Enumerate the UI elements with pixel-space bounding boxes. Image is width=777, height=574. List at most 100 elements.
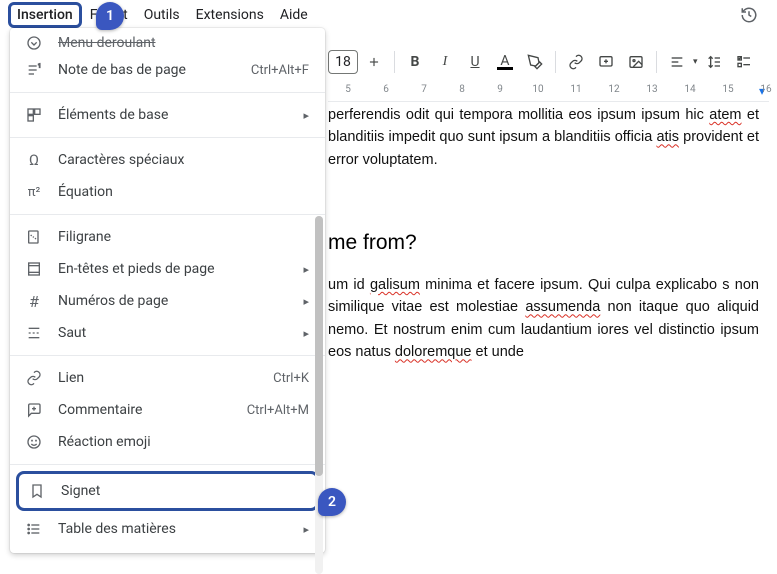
ruler-tick: 15 — [708, 84, 748, 95]
toc-icon — [24, 519, 44, 539]
ruler-tick: 8 — [442, 84, 482, 95]
text-color-glyph: A — [500, 55, 509, 67]
underline-button[interactable]: U — [461, 48, 489, 76]
insertion-dropdown: Menu deroulant 1 Note de bas de page Ctr… — [10, 28, 325, 553]
headers-footers-icon — [24, 259, 44, 279]
menu-label: Réaction emoji — [58, 434, 309, 450]
text: um id — [328, 277, 370, 293]
menu-item-headers-footers[interactable]: En-têtes et pieds de page ▸ — [10, 253, 325, 285]
menu-item-bookmark[interactable]: Signet — [16, 471, 319, 511]
menu-label: Saut — [58, 325, 295, 341]
spellcheck-word: atem — [709, 107, 741, 123]
chevron-right-icon: ▸ — [303, 109, 309, 122]
font-size-increase[interactable] — [360, 48, 388, 76]
text-color-swatch — [497, 67, 513, 70]
toolbar-separator — [656, 51, 657, 73]
footnote-icon: 1 — [24, 60, 44, 80]
checklist-button[interactable] — [730, 48, 758, 76]
document-body[interactable]: perferendis odit qui tempora mollitia eo… — [328, 104, 759, 364]
menu-item-dropdown-chip[interactable]: Menu deroulant — [10, 32, 325, 54]
heading-2: me from? — [328, 227, 759, 260]
step-badge-1: 1 — [96, 2, 124, 30]
break-icon — [24, 323, 44, 343]
menu-shortcut: Ctrl+K — [273, 371, 309, 386]
ruler-tick: 11 — [556, 84, 596, 95]
ruler-tick: 10 — [518, 84, 558, 95]
menu-separator — [10, 92, 325, 93]
menu-item-comment[interactable]: Commentaire Ctrl+Alt+M — [10, 394, 325, 426]
ruler-tick: 13 — [632, 84, 672, 95]
menu-label: Table des matières — [58, 521, 295, 537]
menu-outils[interactable]: Outils — [136, 3, 188, 27]
insert-link-button[interactable] — [562, 48, 590, 76]
text: perferendis odit qui tempora mollitia eo… — [328, 107, 709, 123]
italic-button[interactable]: I — [431, 48, 459, 76]
menu-aide[interactable]: Aide — [272, 3, 316, 27]
menu-item-building-blocks[interactable]: Éléments de base ▸ — [10, 99, 325, 131]
history-icon[interactable] — [735, 1, 763, 29]
menu-shortcut: Ctrl+Alt+M — [247, 403, 309, 418]
pi-icon: π² — [24, 182, 44, 202]
toolbar: 18 B I U A ▾ — [328, 44, 769, 80]
highlight-button[interactable] — [521, 48, 549, 76]
chevron-down-icon: ▾ — [693, 57, 698, 67]
ruler-tick: 6 — [366, 84, 406, 95]
ruler-tick: 5 — [328, 84, 368, 95]
line-spacing-button[interactable] — [700, 48, 728, 76]
emoji-icon — [24, 432, 44, 452]
menu-label: Note de bas de page — [58, 62, 251, 78]
menu-item-special-chars[interactable]: Ω Caractères spéciaux — [10, 144, 325, 176]
dropdown-scrollbar[interactable] — [315, 216, 323, 574]
ruler-tick: 14 — [670, 84, 710, 95]
menu-label: Signet — [61, 483, 306, 499]
building-blocks-icon — [24, 105, 44, 125]
dropdown-chip-icon — [24, 33, 44, 53]
menu-item-page-numbers[interactable]: # Numéros de page ▸ — [10, 285, 325, 317]
menu-item-equation[interactable]: π² Équation — [10, 176, 325, 208]
menu-separator — [10, 464, 325, 465]
menu-item-toc[interactable]: Table des matières ▸ — [10, 513, 325, 545]
comment-icon — [24, 400, 44, 420]
menu-item-footnote[interactable]: 1 Note de bas de page Ctrl+Alt+F — [10, 54, 325, 86]
svg-text:1: 1 — [38, 63, 41, 69]
menu-item-watermark[interactable]: Filigrane — [10, 221, 325, 253]
menu-extensions[interactable]: Extensions — [188, 3, 272, 27]
menu-shortcut: Ctrl+Alt+F — [251, 63, 309, 78]
step-badge-2: 2 — [318, 488, 346, 516]
ruler-tick: 7 — [404, 84, 444, 95]
menu-separator — [10, 137, 325, 138]
font-size-input[interactable]: 18 — [328, 50, 358, 74]
insert-image-button[interactable] — [622, 48, 650, 76]
menu-insertion[interactable]: Insertion — [8, 2, 82, 28]
menu-label: Équation — [58, 184, 309, 200]
ruler: ▾ 5678910111213141516 — [328, 84, 769, 102]
toolbar-separator — [394, 51, 395, 73]
menu-label: Lien — [58, 370, 273, 386]
align-button[interactable] — [663, 48, 691, 76]
scrollbar-thumb[interactable] — [315, 216, 323, 476]
menu-label: Éléments de base — [58, 107, 295, 123]
bold-button[interactable]: B — [401, 48, 429, 76]
insert-comment-button[interactable] — [592, 48, 620, 76]
chevron-right-icon: ▸ — [303, 295, 309, 308]
menu-item-emoji-reaction[interactable]: Réaction emoji — [10, 426, 325, 458]
omega-icon: Ω — [24, 150, 44, 170]
chevron-right-icon: ▸ — [303, 523, 309, 536]
menu-item-link[interactable]: Lien Ctrl+K — [10, 362, 325, 394]
ruler-tick: 16 — [746, 84, 777, 95]
ruler-tick: 12 — [594, 84, 634, 95]
menu-label: Commentaire — [58, 402, 247, 418]
spellcheck-word: galisum — [370, 277, 420, 293]
link-icon — [24, 368, 44, 388]
chevron-right-icon: ▸ — [303, 327, 309, 340]
menu-label: Numéros de page — [58, 293, 295, 309]
spellcheck-word: assumenda — [525, 299, 600, 315]
chevron-right-icon: ▸ — [303, 263, 309, 276]
menu-label: Menu deroulant — [58, 35, 309, 51]
menu-label: Caractères spéciaux — [58, 152, 309, 168]
menu-item-break[interactable]: Saut ▸ — [10, 317, 325, 349]
paragraph-2: um id galisum minima et facere ipsum. Qu… — [328, 274, 759, 364]
text-color-button[interactable]: A — [491, 48, 519, 76]
watermark-icon — [24, 227, 44, 247]
menu-label: Filigrane — [58, 229, 309, 245]
